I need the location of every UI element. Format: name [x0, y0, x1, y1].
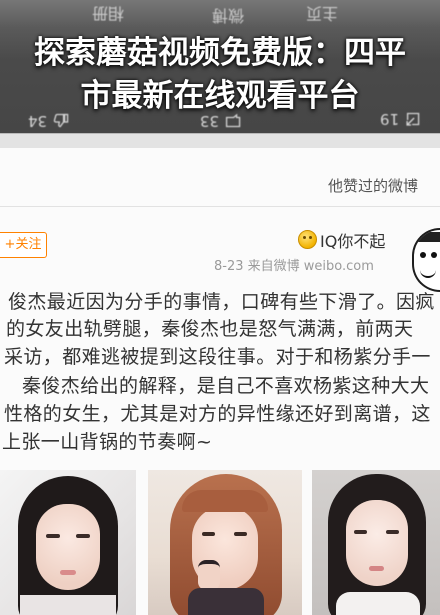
overlay-title-line-2: 市最新在线观看平台 [80, 78, 360, 114]
weibo-post-card: 他赞过的微博 +关注 IQ你不起 8-23 来自微博 weibo.com 俊杰最… [0, 148, 440, 615]
photo-eye [76, 534, 90, 538]
post-meta: 8-23 来自微博 weibo.com [214, 259, 374, 274]
post-text-line: 俊杰最近因为分手的事情，口碑有些下滑了。因疯 [8, 291, 435, 313]
tab-home[interactable]: 主页 [306, 3, 338, 27]
post-photo[interactable] [148, 470, 302, 615]
like-icon [53, 113, 69, 129]
post-text-line: 上张一山背锅的节奏啊~ [2, 431, 213, 453]
avatar-mouth [420, 268, 436, 278]
photo-face [36, 504, 100, 590]
photo-clothing [336, 592, 420, 615]
post-text-line: 秦俊杰给出的解释，是自己不喜欢杨紫这种大大 [22, 375, 430, 397]
divider [0, 206, 440, 207]
photo-face [346, 500, 408, 586]
tab-weibo[interactable]: 微博 [212, 5, 244, 29]
comment-icon [225, 113, 241, 129]
photo-scarf [188, 588, 264, 615]
post-photo[interactable] [0, 470, 136, 615]
post-text-line: 性格的女生，尤其是对方的异性缘还好到离谱，这 [4, 403, 431, 425]
overlay-title-line-1: 探索蘑菇视频免费版：四平 [34, 35, 406, 71]
photo-hand [198, 560, 220, 590]
avatar[interactable] [412, 228, 440, 292]
photo-eye [386, 530, 399, 534]
photo-lips [60, 570, 76, 575]
post-photo[interactable] [312, 470, 440, 615]
section-header: 他赞过的微博 [328, 177, 419, 195]
post-text-line: 的女友出轨劈腿，秦俊杰也是怒气满满，前两天 [6, 318, 414, 340]
photo-lips [369, 566, 384, 571]
photo-eye [354, 530, 367, 534]
screen-top-edge [0, 133, 440, 148]
avatar-eye [431, 252, 437, 258]
photo-eye [202, 532, 215, 536]
tab-album[interactable]: 相册 [92, 3, 124, 27]
vip-badge-icon [298, 230, 317, 249]
avatar-eye [420, 252, 426, 258]
follow-button[interactable]: +关注 [0, 232, 47, 258]
author-name[interactable]: IQ你不起 [320, 228, 385, 252]
photo-eye [46, 534, 60, 538]
photo-eye [234, 532, 247, 536]
avatar-hair [416, 232, 440, 242]
photo-bangs [182, 490, 268, 512]
post-text-line: 采访，都难逃被提到这段往事。对于和杨紫分手一 [4, 346, 431, 368]
photo-clothing [20, 595, 116, 615]
